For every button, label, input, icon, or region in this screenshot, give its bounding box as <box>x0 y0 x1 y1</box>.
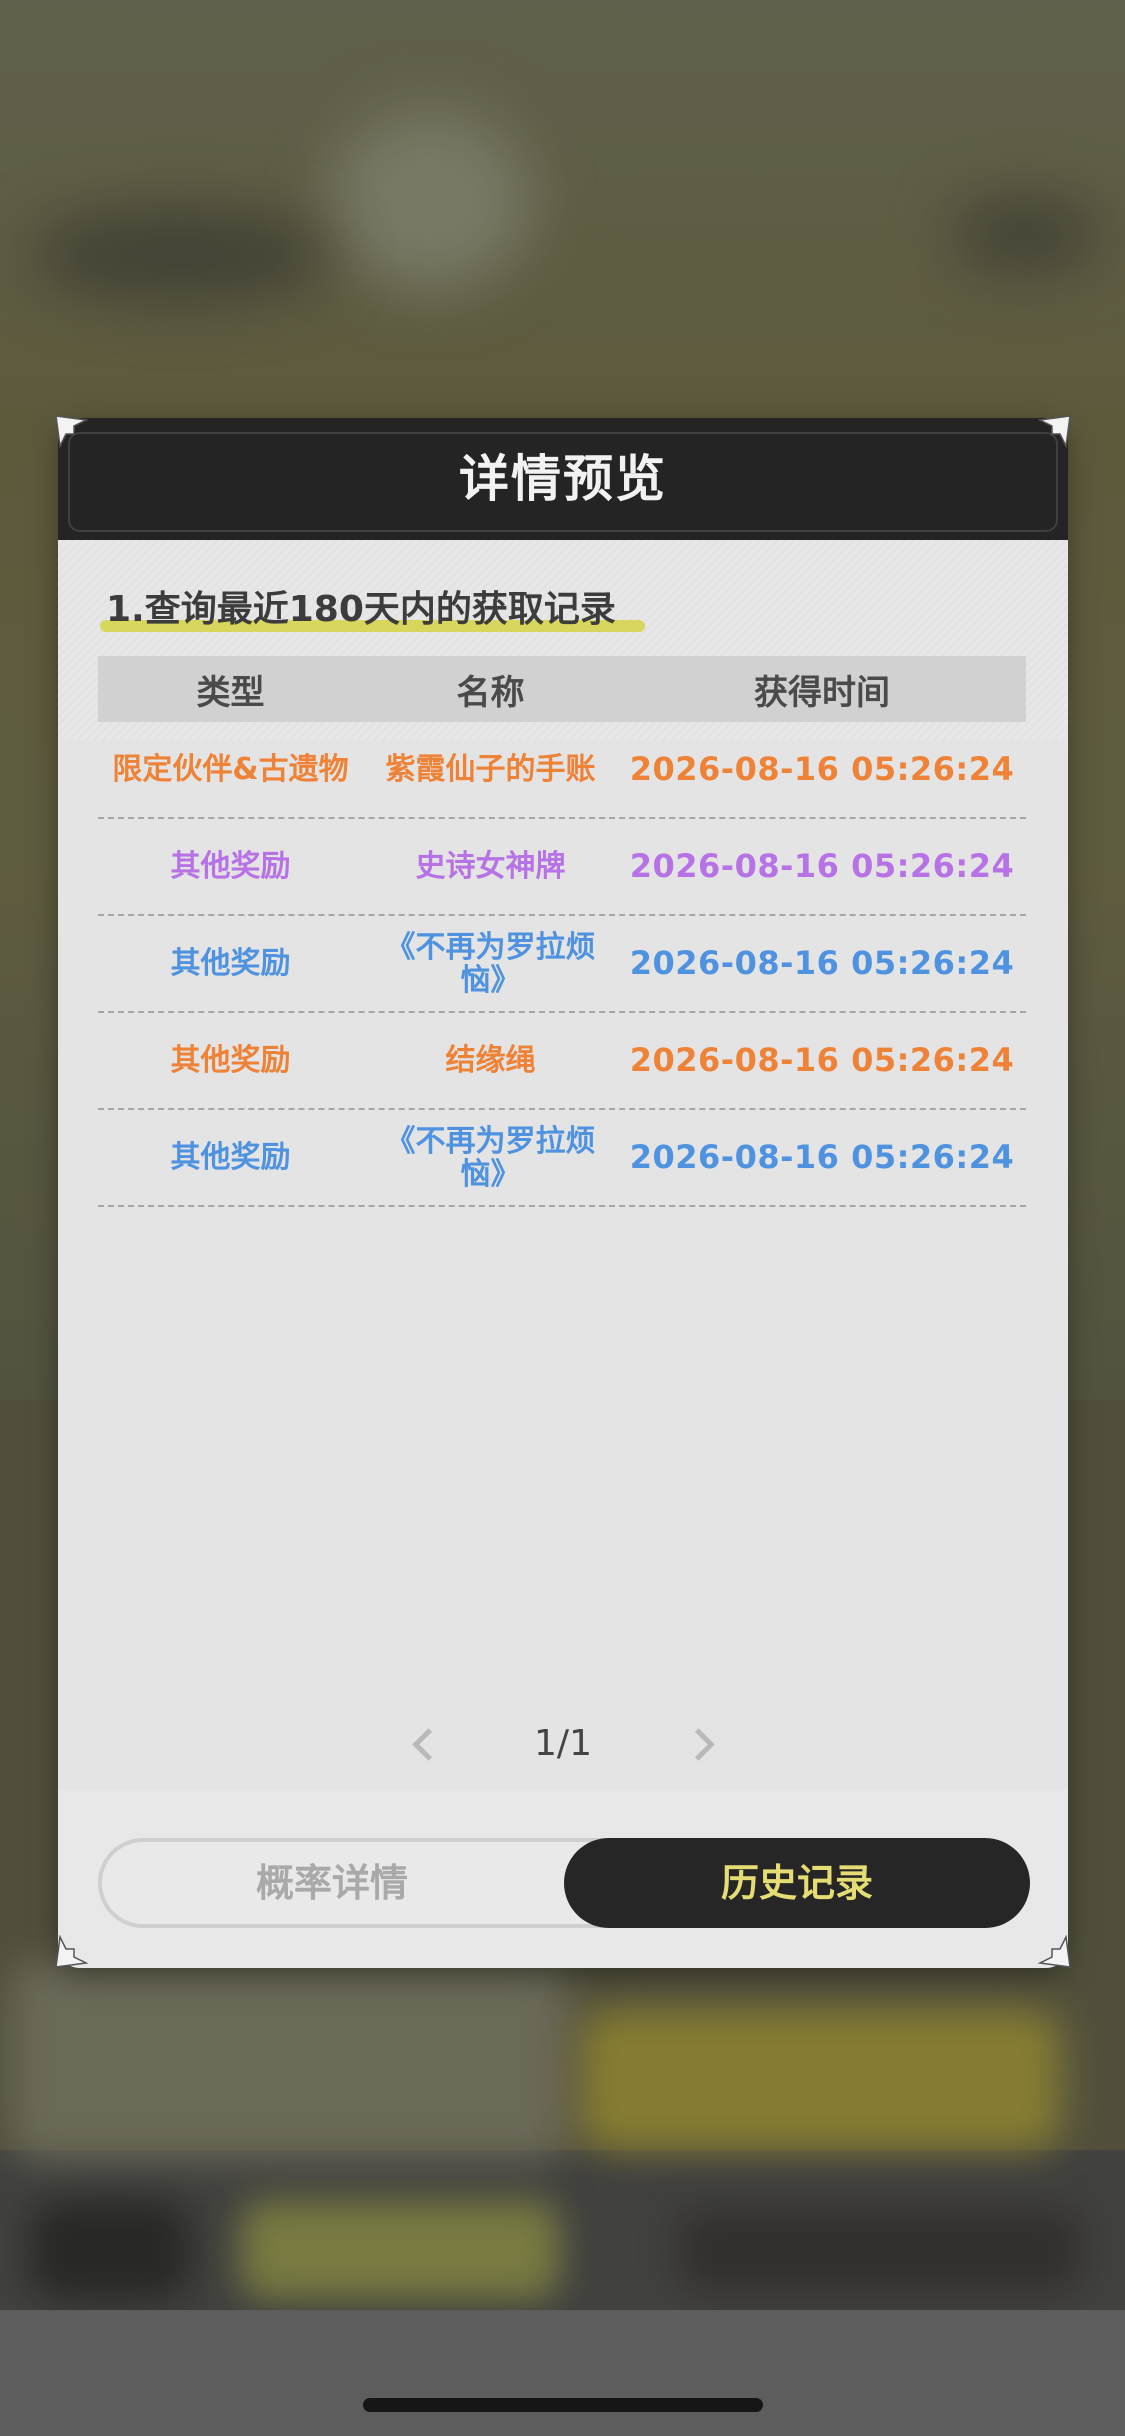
tab-history[interactable]: 历史记录 <box>564 1838 1030 1928</box>
cell-type: 其他奖励 <box>170 849 291 884</box>
home-indicator[interactable] <box>363 2398 763 2412</box>
cell-name: 史诗女神牌 <box>415 849 566 884</box>
cell-type: 其他奖励 <box>170 946 291 981</box>
cell-type: 其他奖励 <box>170 1043 291 1078</box>
cell-time: 2026-08-16 05:26:24 <box>629 1041 1015 1079</box>
cell-time: 2026-08-16 05:26:24 <box>629 847 1015 885</box>
modal-title: 详情预览 <box>459 450 667 508</box>
table-row: 其他奖励 《不再为罗拉烦恼》 2026-08-16 05:26:24 <box>98 1110 1026 1207</box>
cell-name: 《不再为罗拉烦恼》 <box>385 1123 596 1192</box>
details-preview-modal: 详情预览 1.查询最近180天内的获取记录 类型 名称 获得时间 限定伙伴&古遗… <box>58 418 1068 1968</box>
table-row: 其他奖励 结缘绳 2026-08-16 05:26:24 <box>98 1013 1026 1110</box>
cell-time: 2026-08-16 05:26:24 <box>629 750 1015 788</box>
corner-ornament-icon <box>54 414 88 448</box>
tab-switcher: 概率详情 历史记录 <box>98 1838 1030 1928</box>
cell-time: 2026-08-16 05:26:24 <box>629 944 1015 982</box>
cell-time: 2026-08-16 05:26:24 <box>629 1138 1015 1176</box>
pagination: 1/1 <box>58 1714 1068 1774</box>
records-table: 类型 名称 获得时间 限定伙伴&古遗物 紫霞仙子的手账 2026-08-16 0… <box>98 656 1026 1207</box>
corner-ornament-icon <box>1038 1935 1072 1969</box>
page-indicator: 1/1 <box>534 1723 592 1764</box>
cell-type: 其他奖励 <box>170 1140 291 1175</box>
table-row: 其他奖励 史诗女神牌 2026-08-16 05:26:24 <box>98 819 1026 916</box>
header-time: 获得时间 <box>754 672 890 713</box>
corner-ornament-icon <box>1038 414 1072 448</box>
cell-name: 《不再为罗拉烦恼》 <box>385 929 596 998</box>
modal-header: 详情预览 <box>58 418 1068 540</box>
chevron-right-icon[interactable] <box>682 1714 723 1774</box>
table-row: 其他奖励 《不再为罗拉烦恼》 2026-08-16 05:26:24 <box>98 916 1026 1013</box>
content-area: 1.查询最近180天内的获取记录 类型 名称 获得时间 限定伙伴&古遗物 紫霞仙… <box>58 540 1068 1790</box>
cell-name: 紫霞仙子的手账 <box>385 752 596 787</box>
query-title: 1.查询最近180天内的获取记录 <box>106 589 616 630</box>
tab-probability-details[interactable]: 概率详情 <box>102 1842 562 1924</box>
cell-name: 结缘绳 <box>445 1043 536 1078</box>
corner-ornament-icon <box>54 1935 88 1969</box>
header-type: 类型 <box>196 672 265 713</box>
cell-type: 限定伙伴&古遗物 <box>112 752 349 787</box>
chevron-left-icon[interactable] <box>403 1714 445 1774</box>
table-header: 类型 名称 获得时间 <box>98 656 1026 722</box>
table-row: 限定伙伴&古遗物 紫霞仙子的手账 2026-08-16 05:26:24 <box>98 722 1026 819</box>
header-name: 名称 <box>456 672 525 713</box>
